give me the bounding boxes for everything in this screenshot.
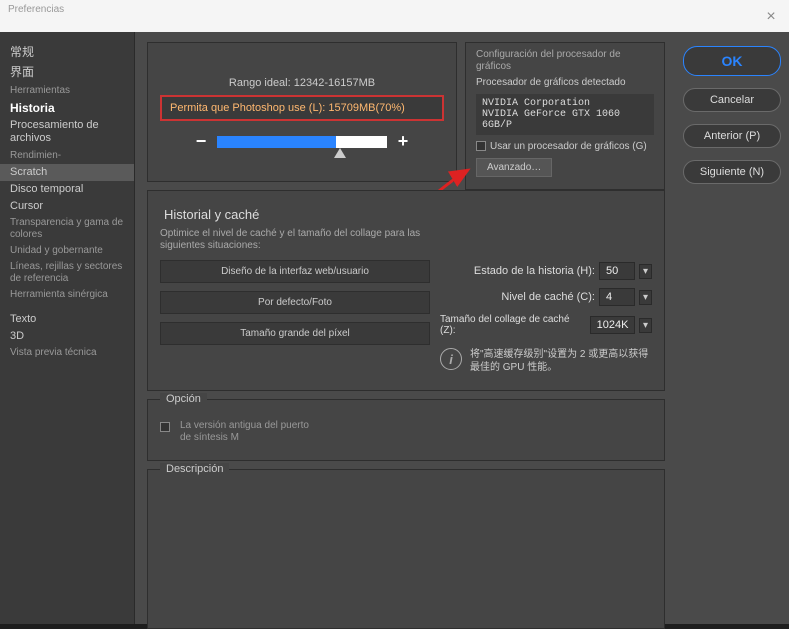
option-legacy-label: La versión antigua del puerto de síntesi… — [180, 420, 320, 444]
gpu-advanced-button[interactable]: Avanzado… — [476, 158, 552, 177]
checkbox-icon — [476, 141, 486, 151]
memory-slider-fill — [217, 136, 336, 148]
next-button[interactable]: Siguiente (N) — [683, 160, 781, 184]
gpu-panel: Configuración del procesador de gráficos… — [465, 42, 665, 190]
cancel-button[interactable]: Cancelar — [683, 88, 781, 112]
sidebar-item-cursor[interactable]: Cursor — [0, 198, 134, 215]
preset-bigpixel-button[interactable]: Tamaño grande del píxel — [160, 322, 430, 345]
cache-tile-label: Tamaño del collage de caché (Z): — [440, 314, 586, 336]
gpu-use-checkbox[interactable]: Usar un procesador de gráficos (G) — [476, 141, 654, 152]
gpu-model: NVIDIA GeForce GTX 1060 6GB/P — [482, 109, 648, 131]
description-title: Descripción — [160, 463, 229, 475]
sidebar-item-tools[interactable]: Herramientas — [0, 83, 134, 99]
content: Rango ideal: 12342-16157MB Permita que P… — [135, 32, 675, 624]
memory-allow-field[interactable]: Permita que Photoshop use (L): 15709MB(7… — [160, 95, 444, 121]
titlebar: Preferencias × — [0, 0, 789, 32]
history-states-label: Estado de la historia (H): — [474, 265, 595, 277]
checkbox-icon[interactable] — [160, 422, 170, 432]
cache-level-input[interactable]: 4 — [599, 288, 635, 306]
memory-slider: − + — [160, 131, 444, 152]
cache-level-row: Nivel de caché (C): 4 ▾ — [440, 288, 652, 306]
history-subtitle: Optimice el nivel de caché y el tamaño d… — [160, 228, 450, 252]
gpu-heading: Configuración del procesador de gráficos — [476, 49, 654, 73]
button-column: OK Cancelar Anterior (P) Siguiente (N) — [675, 32, 789, 624]
sidebar-item-techpreview[interactable]: Vista previa técnica — [0, 345, 134, 361]
sidebar-item-interface[interactable]: 界面 — [0, 62, 134, 82]
sidebar-item-scratch[interactable]: Scratch — [0, 164, 134, 181]
sidebar-item-units[interactable]: Unidad y gobernante — [0, 243, 134, 259]
history-states-input[interactable]: 50 — [599, 262, 635, 280]
sidebar-item-guides[interactable]: Líneas, rejillas y sectores de referenci… — [0, 259, 134, 287]
preset-default-button[interactable]: Por defecto/Foto — [160, 291, 430, 314]
memory-slider-thumb[interactable] — [334, 148, 346, 158]
sidebar-item-general[interactable]: 常规 — [0, 42, 134, 62]
memory-slider-track[interactable] — [217, 136, 387, 148]
main: 常规 界面 Herramientas Historia Procesamient… — [0, 32, 789, 624]
ok-button[interactable]: OK — [683, 46, 781, 76]
sidebar-item-text[interactable]: Texto — [0, 311, 134, 328]
option-panel: Opción La versión antigua del puerto de … — [147, 399, 665, 461]
sidebar-item-scratchdisk[interactable]: Disco temporal — [0, 181, 134, 198]
cache-tile-input[interactable]: 1024K — [590, 316, 635, 334]
history-states-row: Estado de la historia (H): 50 ▾ — [440, 262, 652, 280]
memory-panel: Rango ideal: 12342-16157MB Permita que P… — [147, 42, 457, 182]
chevron-down-icon[interactable]: ▾ — [639, 290, 652, 305]
sidebar-item-filehandling[interactable]: Procesamiento de archivos — [0, 117, 134, 147]
memory-ideal-label: Rango ideal: 12342-16157MB — [160, 77, 444, 89]
preset-web-button[interactable]: Diseño de la interfaz web/usuario — [160, 260, 430, 283]
sidebar-item-3d[interactable]: 3D — [0, 328, 134, 345]
sidebar-item-performance[interactable]: Rendimien- — [0, 148, 134, 164]
cache-tile-row: Tamaño del collage de caché (Z): 1024K ▾ — [440, 314, 652, 336]
gpu-detected-label: Procesador de gráficos detectado — [476, 77, 654, 88]
info-icon: i — [440, 348, 462, 370]
history-title: Historial y caché — [160, 203, 652, 228]
chevron-down-icon[interactable]: ▾ — [639, 264, 652, 279]
gpu-info-box: NVIDIA Corporation NVIDIA GeForce GTX 10… — [476, 94, 654, 135]
history-cache-panel: Historial y caché Optimice el nivel de c… — [147, 190, 665, 391]
memory-decrease-button[interactable]: − — [193, 131, 209, 152]
close-icon[interactable]: × — [761, 8, 781, 26]
cache-info-text: 将"高速缓存级别"设置为 2 或更高以获得最佳的 GPU 性能。 — [470, 348, 652, 374]
memory-increase-button[interactable]: + — [395, 131, 411, 152]
window-title: Preferencias — [8, 4, 64, 15]
gpu-vendor: NVIDIA Corporation — [482, 98, 648, 109]
chevron-down-icon[interactable]: ▾ — [639, 318, 652, 333]
previous-button[interactable]: Anterior (P) — [683, 124, 781, 148]
sidebar-item-plugins[interactable]: Herramienta sinérgica — [0, 287, 134, 303]
sidebar-item-history[interactable]: Historia — [0, 99, 134, 117]
cache-level-label: Nivel de caché (C): — [501, 291, 595, 303]
option-title: Opción — [160, 393, 207, 405]
sidebar-item-transparency[interactable]: Transparencia y gama de colores — [0, 215, 134, 243]
sidebar: 常规 界面 Herramientas Historia Procesamient… — [0, 32, 135, 624]
cache-info-row: i 将"高速缓存级别"设置为 2 或更高以获得最佳的 GPU 性能。 — [440, 348, 652, 374]
description-panel: Descripción — [147, 469, 665, 629]
